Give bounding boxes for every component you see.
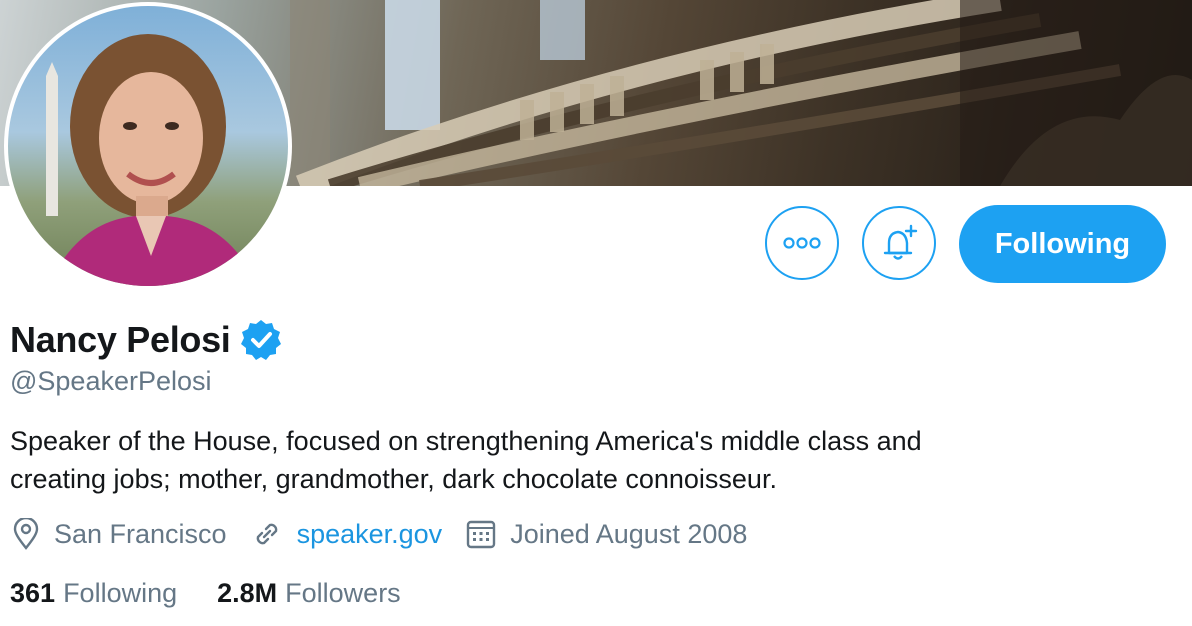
verified-badge-icon	[240, 320, 281, 360]
following-stat[interactable]: 361 Following	[10, 578, 177, 609]
followers-stat[interactable]: 2.8M Followers	[217, 578, 401, 609]
website-link[interactable]: speaker.gov	[297, 519, 443, 550]
followers-label: Followers	[285, 578, 401, 608]
following-button[interactable]: Following	[959, 205, 1166, 283]
location-pin-icon	[13, 518, 39, 550]
link-icon	[256, 523, 277, 545]
following-count: 361	[10, 578, 56, 608]
profile-bio: Speaker of the House, focused on strengt…	[10, 422, 1160, 498]
profile-avatar[interactable]	[4, 2, 292, 290]
following-label: Following	[63, 578, 178, 608]
website-item[interactable]: speaker.gov	[251, 518, 443, 550]
profile-name-row: Nancy Pelosi	[10, 318, 283, 362]
calendar-icon	[466, 520, 496, 549]
avatar-photo	[8, 6, 288, 286]
bio-line: Speaker of the House, focused on strengt…	[10, 426, 922, 456]
bio-line: creating jobs; mother, grandmother, dark…	[10, 464, 777, 494]
profile-meta: San Francisco speaker.gov Joined August …	[12, 518, 771, 550]
joined-item: Joined August 2008	[466, 519, 747, 550]
followers-count: 2.8M	[217, 578, 278, 608]
more-icon	[783, 237, 821, 249]
more-options-button[interactable]	[765, 206, 839, 280]
profile-stats: 361 Following 2.8M Followers	[10, 578, 441, 609]
location-text: San Francisco	[54, 518, 227, 549]
joined-text: Joined August 2008	[510, 518, 748, 549]
profile-handle: @SpeakerPelosi	[10, 366, 212, 396]
location-item: San Francisco	[12, 518, 227, 550]
notifications-button[interactable]	[862, 206, 936, 280]
bell-plus-icon	[883, 224, 918, 260]
profile-name: Nancy Pelosi	[10, 319, 231, 360]
